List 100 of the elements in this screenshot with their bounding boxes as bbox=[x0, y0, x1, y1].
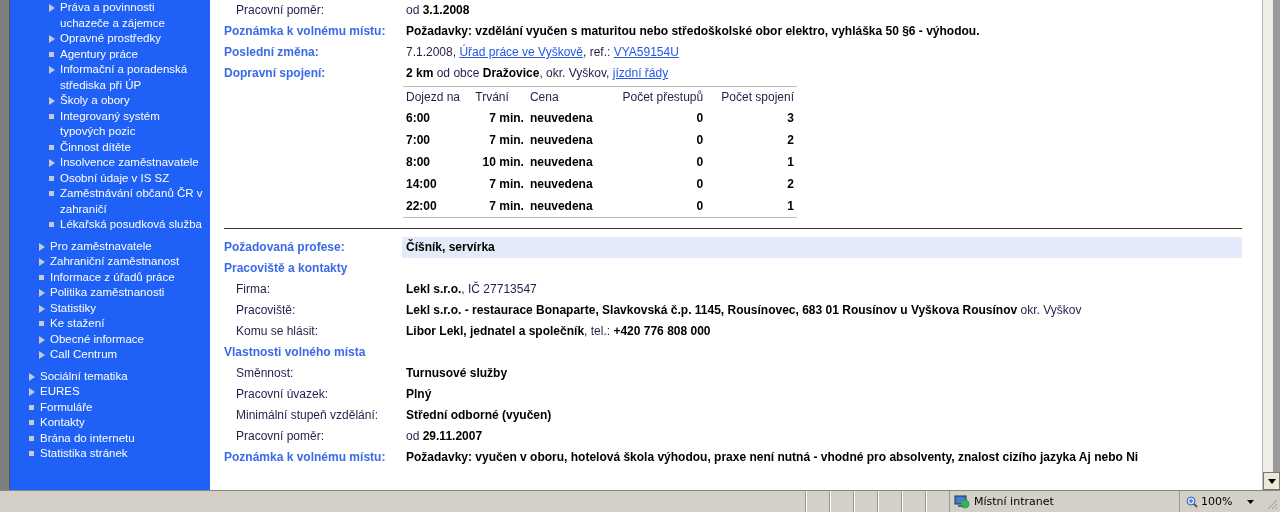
table-cell-text: neuvedena bbox=[528, 176, 594, 193]
sidebar-link[interactable]: Osobní údaje v IS SZ bbox=[60, 170, 206, 186]
sidebar-link[interactable]: Lékařská posudková služba bbox=[60, 217, 206, 233]
sidebar-link[interactable]: Opravné prostředky bbox=[60, 31, 206, 47]
table-cell-text: neuvedena bbox=[528, 154, 594, 171]
sidebar-link[interactable]: Pro zaměstnavatele bbox=[50, 238, 206, 254]
sidebar-link[interactable]: Ke stažení bbox=[50, 316, 206, 332]
link[interactable]: jízdní řády bbox=[612, 66, 669, 80]
table-cell-text: 0 bbox=[695, 110, 705, 127]
field-label: Pracovní úvazek: bbox=[235, 386, 330, 403]
sidebar-link[interactable]: Obecné informace bbox=[50, 331, 206, 347]
field-label: Dopravní spojení: bbox=[224, 65, 327, 82]
field-value: Požadavky: vyučen v oboru, hotelová škola výhodou, praxe není nutná - vhodné pro absolventy, znalost cizího jazyka Aj nebo Ni bbox=[406, 449, 1140, 466]
arrow-icon bbox=[49, 4, 55, 12]
sidebar-link[interactable]: EURES bbox=[40, 384, 206, 400]
sidebar-link[interactable]: Statistiky bbox=[50, 300, 206, 316]
zone-text: Místní intranet bbox=[974, 495, 1054, 508]
table-cell-text: neuvedena bbox=[528, 132, 594, 149]
field-value: 2 km od obce Dražovice, okr. Vyškov, jízdní řády bbox=[406, 65, 670, 82]
field-label: Minimální stupeň vzdělání: bbox=[235, 407, 380, 424]
zoom-control[interactable]: 100% bbox=[1180, 491, 1266, 512]
column-header: Dojezd na bbox=[403, 86, 473, 107]
bullet-icon bbox=[49, 144, 54, 150]
field-value: 7.1.2008, Úřad práce ve Vyškově, ref.: VYA59154U bbox=[406, 43, 680, 61]
sidebar-link[interactable]: Kontakty bbox=[40, 415, 206, 431]
sidebar-link[interactable]: Školy a obory bbox=[60, 93, 206, 109]
field-value: Lekl s.r.o. - restaurace Bonaparte, Slavkovská č.p. 1145, Rousínovec, 683 01 Rousínov u Vyškova Rousínov okr. Vyškov bbox=[406, 302, 1083, 319]
field-label: Poznámka k volnému místu: bbox=[224, 449, 387, 466]
sidebar-link[interactable]: Insolvence zaměstnavatele bbox=[60, 155, 206, 171]
table-cell-text: 0 bbox=[695, 132, 705, 149]
arrow-icon bbox=[49, 35, 55, 43]
table-cell-text: 8:00 bbox=[405, 154, 432, 171]
field-label: Komu se hlásit: bbox=[235, 323, 320, 340]
bullet-icon bbox=[49, 175, 54, 181]
link[interactable]: VYA59154U bbox=[613, 45, 679, 59]
sidebar-link[interactable]: Zaměstnávání občanů ČR v zahraničí bbox=[60, 186, 206, 217]
sidebar-link[interactable]: Činnost dítěte bbox=[60, 139, 206, 155]
zoom-icon bbox=[1186, 495, 1198, 508]
table-cell-text: 1 bbox=[786, 154, 795, 171]
table-cell: 7 min. bbox=[472, 195, 527, 218]
field-label: Požadovaná profese: bbox=[224, 239, 346, 256]
column-header: Počet spojení bbox=[706, 86, 797, 107]
table-cell-text: 3 bbox=[786, 110, 795, 127]
bullet-icon bbox=[29, 404, 34, 410]
table-cell-text: 7:00 bbox=[405, 132, 432, 149]
table-cell-text: 2 bbox=[786, 132, 795, 149]
sidebar-link[interactable]: Statistika stránek bbox=[40, 446, 206, 462]
sidebar-link[interactable]: Zahraniční zaměstnanost bbox=[50, 254, 206, 270]
status-pane bbox=[854, 491, 878, 512]
field-value: Číšník, servírka bbox=[402, 237, 1242, 258]
sidebar-link[interactable]: Call Centrum bbox=[50, 347, 206, 363]
sidebar-link[interactable]: Formuláře bbox=[40, 399, 206, 415]
scrollbar[interactable] bbox=[1262, 0, 1280, 490]
field-value: Střední odborné (vyučen) bbox=[406, 407, 553, 424]
status-pane bbox=[902, 491, 926, 512]
table-cell: 0 bbox=[606, 195, 707, 218]
sidebar-link[interactable]: Integrovaný systém typových pozic bbox=[60, 108, 206, 140]
status-pane bbox=[830, 491, 854, 512]
bullet-icon bbox=[29, 435, 34, 441]
field-value: Požadavky: vzdělání vyučen s maturitou nebo středoškolské obor elektro, vyhláška 50 §6 - výhodou. bbox=[406, 23, 981, 40]
table-cell-text: 7 min. bbox=[488, 110, 525, 127]
table-cell-text: 6:00 bbox=[405, 110, 432, 127]
field-value: Plný bbox=[406, 386, 433, 403]
bullet-icon bbox=[49, 191, 54, 196]
arrow-icon bbox=[49, 66, 55, 74]
sidebar-link[interactable]: Agentury práce bbox=[60, 46, 206, 62]
resize-grip-icon[interactable] bbox=[1266, 498, 1278, 510]
arrow-icon bbox=[49, 97, 55, 105]
column-header: Trvání bbox=[472, 86, 527, 107]
caret-icon bbox=[1247, 499, 1255, 504]
down-arrow-icon bbox=[1267, 478, 1276, 484]
bullet-icon bbox=[49, 222, 54, 227]
column-header: Cena bbox=[526, 86, 607, 107]
sidebar-link[interactable]: Informace z úřadů práce bbox=[50, 269, 206, 285]
table-cell-text: 7 min. bbox=[488, 176, 525, 193]
section-heading: Vlastnosti volného místa bbox=[224, 344, 367, 361]
bullet-icon bbox=[39, 321, 44, 326]
sidebar-link[interactable]: Politika zaměstnanosti bbox=[50, 285, 206, 301]
bullet-icon bbox=[29, 420, 34, 425]
table-cell-text: 0 bbox=[695, 176, 705, 193]
table-cell-text: 2 bbox=[786, 176, 795, 193]
link[interactable]: Úřad práce ve Vyškově bbox=[459, 45, 583, 59]
sidebar-link[interactable]: Brána do internetu bbox=[40, 430, 206, 446]
scroll-down-button[interactable] bbox=[1263, 472, 1280, 490]
table-cell-text: 0 bbox=[695, 154, 705, 171]
sidebar-link[interactable]: Informační a poradenská střediska při ÚP bbox=[60, 62, 206, 93]
bullet-icon bbox=[49, 113, 54, 119]
field-label: Poslední změna: bbox=[224, 44, 320, 61]
field-value: Lekl s.r.o., IČ 27713547 bbox=[406, 280, 538, 298]
field-label: Pracovní poměr: bbox=[235, 2, 326, 19]
field-label: Firma: bbox=[235, 281, 271, 298]
sidebar-link[interactable]: Sociální tematika bbox=[40, 368, 206, 384]
table-cell-text: neuvedena bbox=[528, 110, 594, 127]
status-pane bbox=[926, 491, 950, 512]
table-cell: 22:00 bbox=[403, 195, 473, 218]
sidebar-link[interactable]: Práva a povinnosti uchazeče a zájemce bbox=[60, 0, 206, 31]
status-pane bbox=[806, 491, 830, 512]
table-cell-text: 7 min. bbox=[488, 132, 525, 149]
field-value: od 29.11.2007 bbox=[406, 428, 484, 445]
bullet-icon bbox=[29, 451, 34, 456]
